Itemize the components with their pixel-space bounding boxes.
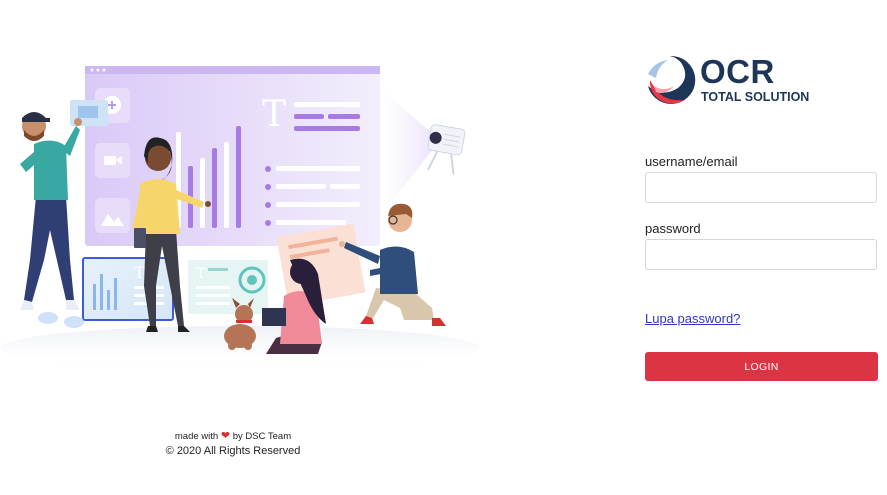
svg-text:T: T bbox=[196, 266, 206, 282]
footer: made with ❤ by DSC Team © 2020 All Right… bbox=[120, 430, 346, 457]
password-input[interactable] bbox=[645, 239, 877, 270]
made-with-line: made with ❤ by DSC Team bbox=[120, 430, 346, 443]
ocr-logo-icon bbox=[648, 55, 696, 104]
brand-name: OCR bbox=[700, 53, 775, 90]
password-label: password bbox=[645, 221, 701, 236]
copyright: © 2020 All Rights Reserved bbox=[165, 445, 301, 457]
made-with-suffix: by DSC Team bbox=[232, 431, 292, 442]
login-button[interactable]: LOGIN bbox=[645, 352, 878, 381]
svg-text:T: T bbox=[262, 94, 286, 135]
forgot-password-link[interactable]: Lupa password? bbox=[645, 311, 740, 326]
heart-icon: ❤ bbox=[220, 430, 231, 442]
brand-logo: OCR TOTAL SOLUTION bbox=[644, 52, 844, 112]
made-with-prefix: made with bbox=[174, 431, 219, 442]
hero-illustration: T T T bbox=[0, 66, 480, 370]
username-label: username/email bbox=[645, 154, 738, 169]
svg-text:T: T bbox=[134, 263, 145, 282]
username-input[interactable] bbox=[645, 172, 877, 203]
brand-tagline: TOTAL SOLUTION bbox=[701, 90, 810, 104]
